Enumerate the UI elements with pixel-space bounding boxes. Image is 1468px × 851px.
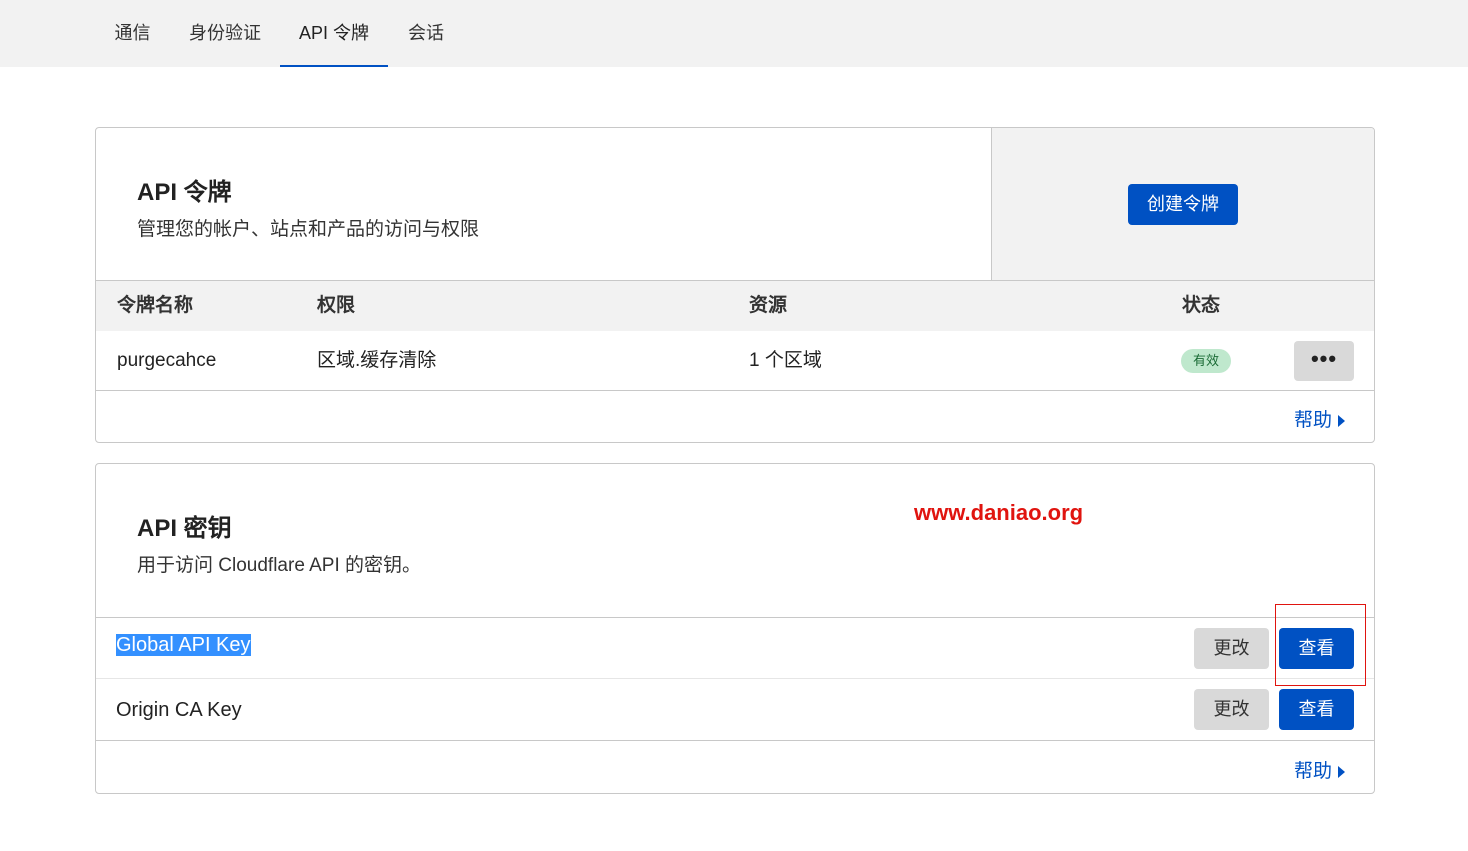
api-keys-help-link[interactable]: 帮助 — [1294, 756, 1346, 783]
tab-authentication[interactable]: 身份验证 — [180, 0, 270, 67]
view-origin-key-button[interactable]: 查看 — [1279, 689, 1354, 730]
tokens-table-header: 令牌名称 权限 资源 状态 — [96, 280, 1374, 331]
create-token-button[interactable]: 创建令牌 — [1128, 184, 1238, 225]
key-label: Global API Key — [116, 634, 251, 657]
help-label: 帮助 — [1294, 761, 1333, 782]
column-header-permissions: 权限 — [317, 295, 356, 316]
api-keys-description: 用于访问 Cloudflare API 的密钥。 — [137, 555, 422, 576]
status-badge: 有效 — [1181, 349, 1231, 373]
change-global-key-button[interactable]: 更改 — [1194, 628, 1269, 669]
api-tokens-help-link[interactable]: 帮助 — [1294, 405, 1346, 432]
selected-text: Global API Key — [116, 634, 251, 656]
key-label: Origin CA Key — [116, 699, 242, 721]
api-keys-title: API 密钥 — [137, 515, 232, 542]
api-keys-card: API 密钥 用于访问 Cloudflare API 的密钥。 Global A… — [95, 463, 1375, 794]
api-tokens-card: API 令牌 管理您的帐户、站点和产品的访问与权限 创建令牌 令牌名称 权限 资… — [95, 127, 1375, 443]
change-origin-key-button[interactable]: 更改 — [1194, 689, 1269, 730]
column-header-status: 状态 — [1182, 295, 1221, 316]
help-label: 帮助 — [1294, 410, 1333, 431]
more-actions-button[interactable]: ••• — [1294, 341, 1354, 381]
api-tokens-description: 管理您的帐户、站点和产品的访问与权限 — [137, 219, 480, 240]
table-row: purgecahce 区域.缓存清除 1 个区域 有效 ••• — [96, 331, 1374, 391]
create-token-panel: 创建令牌 — [991, 128, 1374, 280]
column-header-resources: 资源 — [749, 295, 788, 316]
caret-right-icon — [1338, 765, 1346, 778]
list-item: Origin CA Key 更改 查看 — [96, 679, 1374, 741]
column-header-token-name: 令牌名称 — [117, 295, 194, 316]
annotation-highlight-box — [1275, 604, 1366, 686]
top-tab-bar: 通信 身份验证 API 令牌 会话 — [0, 0, 1468, 67]
tab-communication[interactable]: 通信 — [100, 0, 165, 67]
token-name: purgecahce — [117, 350, 217, 371]
caret-right-icon — [1338, 414, 1346, 427]
token-permission: 区域.缓存清除 — [317, 350, 437, 371]
tab-sessions[interactable]: 会话 — [398, 0, 454, 67]
list-item: Global API Key 更改 查看 — [96, 617, 1374, 679]
token-resource: 1 个区域 — [749, 350, 822, 371]
watermark-text: www.daniao.org — [914, 500, 1084, 525]
api-tokens-title: API 令牌 — [137, 179, 232, 206]
tab-api-tokens[interactable]: API 令牌 — [280, 0, 388, 67]
